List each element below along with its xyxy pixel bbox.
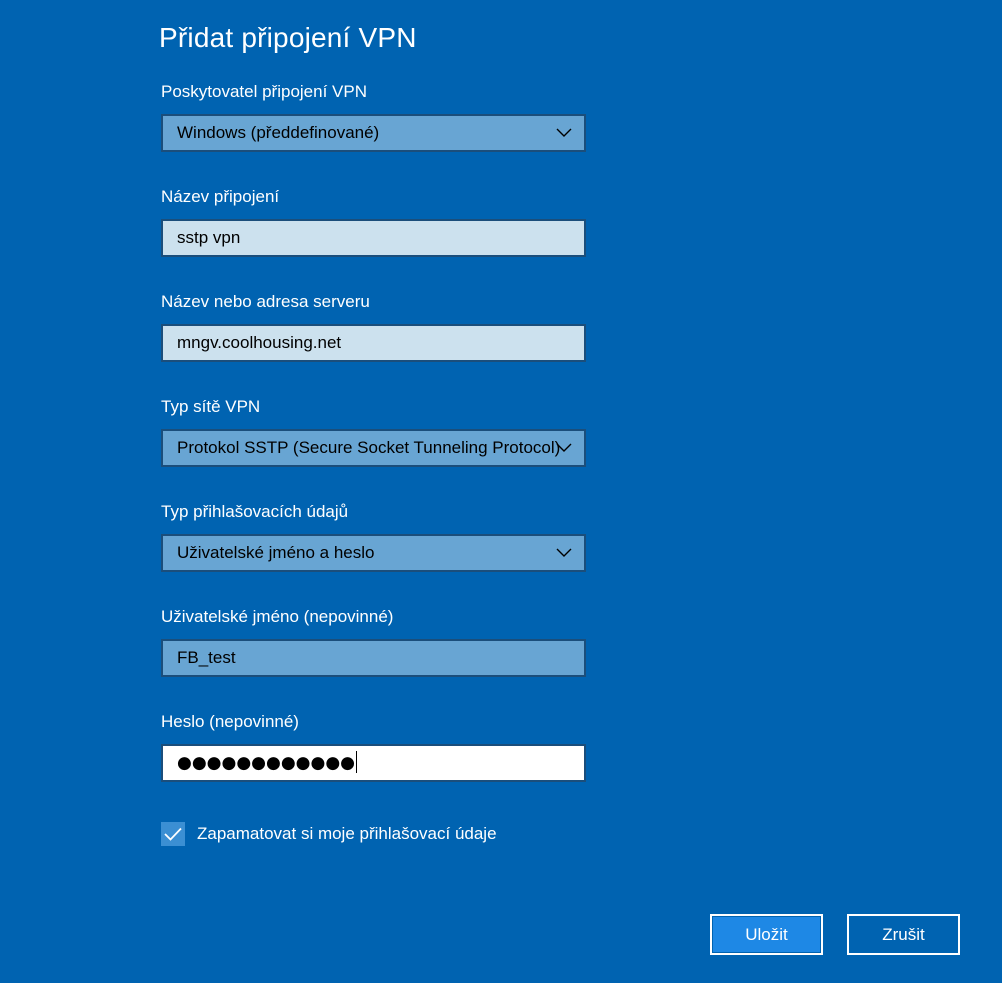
username-field: Uživatelské jméno (nepovinné) FB_test <box>161 606 586 677</box>
password-label: Heslo (nepovinné) <box>161 712 299 731</box>
username-value: FB_test <box>177 648 236 667</box>
vpn-type-label: Typ sítě VPN <box>161 397 261 416</box>
signin-type-field: Typ přihlašovacích údajů Uživatelské jmé… <box>161 501 586 572</box>
provider-label: Poskytovatel připojení VPN <box>161 82 367 101</box>
remember-checkbox[interactable] <box>161 822 185 846</box>
connection-name-value: sstp vpn <box>177 228 241 247</box>
provider-field: Poskytovatel připojení VPN Windows (před… <box>161 81 586 152</box>
server-label: Název nebo adresa serveru <box>161 292 370 311</box>
save-button[interactable]: Uložit <box>710 914 823 955</box>
vpn-type-value: Protokol SSTP (Secure Socket Tunneling P… <box>177 438 561 457</box>
username-label: Uživatelské jméno (nepovinné) <box>161 607 394 626</box>
provider-value: Windows (předdefinované) <box>177 123 380 142</box>
connection-name-input[interactable]: sstp vpn <box>161 219 586 257</box>
password-masked-value: ●●●●●●●●●●●● <box>177 753 356 773</box>
provider-select[interactable]: Windows (předdefinované) <box>161 114 586 152</box>
signin-type-label: Typ přihlašovacích údajů <box>161 502 349 521</box>
username-input[interactable]: FB_test <box>161 639 586 677</box>
remember-label: Zapamatovat si moje přihlašovací údaje <box>197 824 497 843</box>
checkmark-icon <box>164 827 182 841</box>
server-value: mngv.coolhousing.net <box>177 333 342 352</box>
server-input[interactable]: mngv.coolhousing.net <box>161 324 586 362</box>
password-field: Heslo (nepovinné) ●●●●●●●●●●●● <box>161 711 586 782</box>
connection-name-field: Název připojení sstp vpn <box>161 186 586 257</box>
vpn-type-field: Typ sítě VPN Protokol SSTP (Secure Socke… <box>161 396 586 467</box>
signin-type-value: Uživatelské jméno a heslo <box>177 543 375 562</box>
chevron-down-icon <box>556 443 572 452</box>
remember-row: Zapamatovat si moje přihlašovací údaje <box>161 822 497 846</box>
text-caret <box>356 751 358 774</box>
signin-type-select[interactable]: Uživatelské jméno a heslo <box>161 534 586 572</box>
chevron-down-icon <box>556 128 572 137</box>
cancel-button[interactable]: Zrušit <box>847 914 960 955</box>
password-input[interactable]: ●●●●●●●●●●●● <box>161 744 586 782</box>
vpn-type-select[interactable]: Protokol SSTP (Secure Socket Tunneling P… <box>161 429 586 467</box>
add-vpn-dialog: Přidat připojení VPN Poskytovatel připoj… <box>0 0 1002 983</box>
chevron-down-icon <box>556 548 572 557</box>
server-field: Název nebo adresa serveru mngv.coolhousi… <box>161 291 586 362</box>
dialog-title: Přidat připojení VPN <box>159 22 417 53</box>
connection-name-label: Název připojení <box>161 187 280 206</box>
